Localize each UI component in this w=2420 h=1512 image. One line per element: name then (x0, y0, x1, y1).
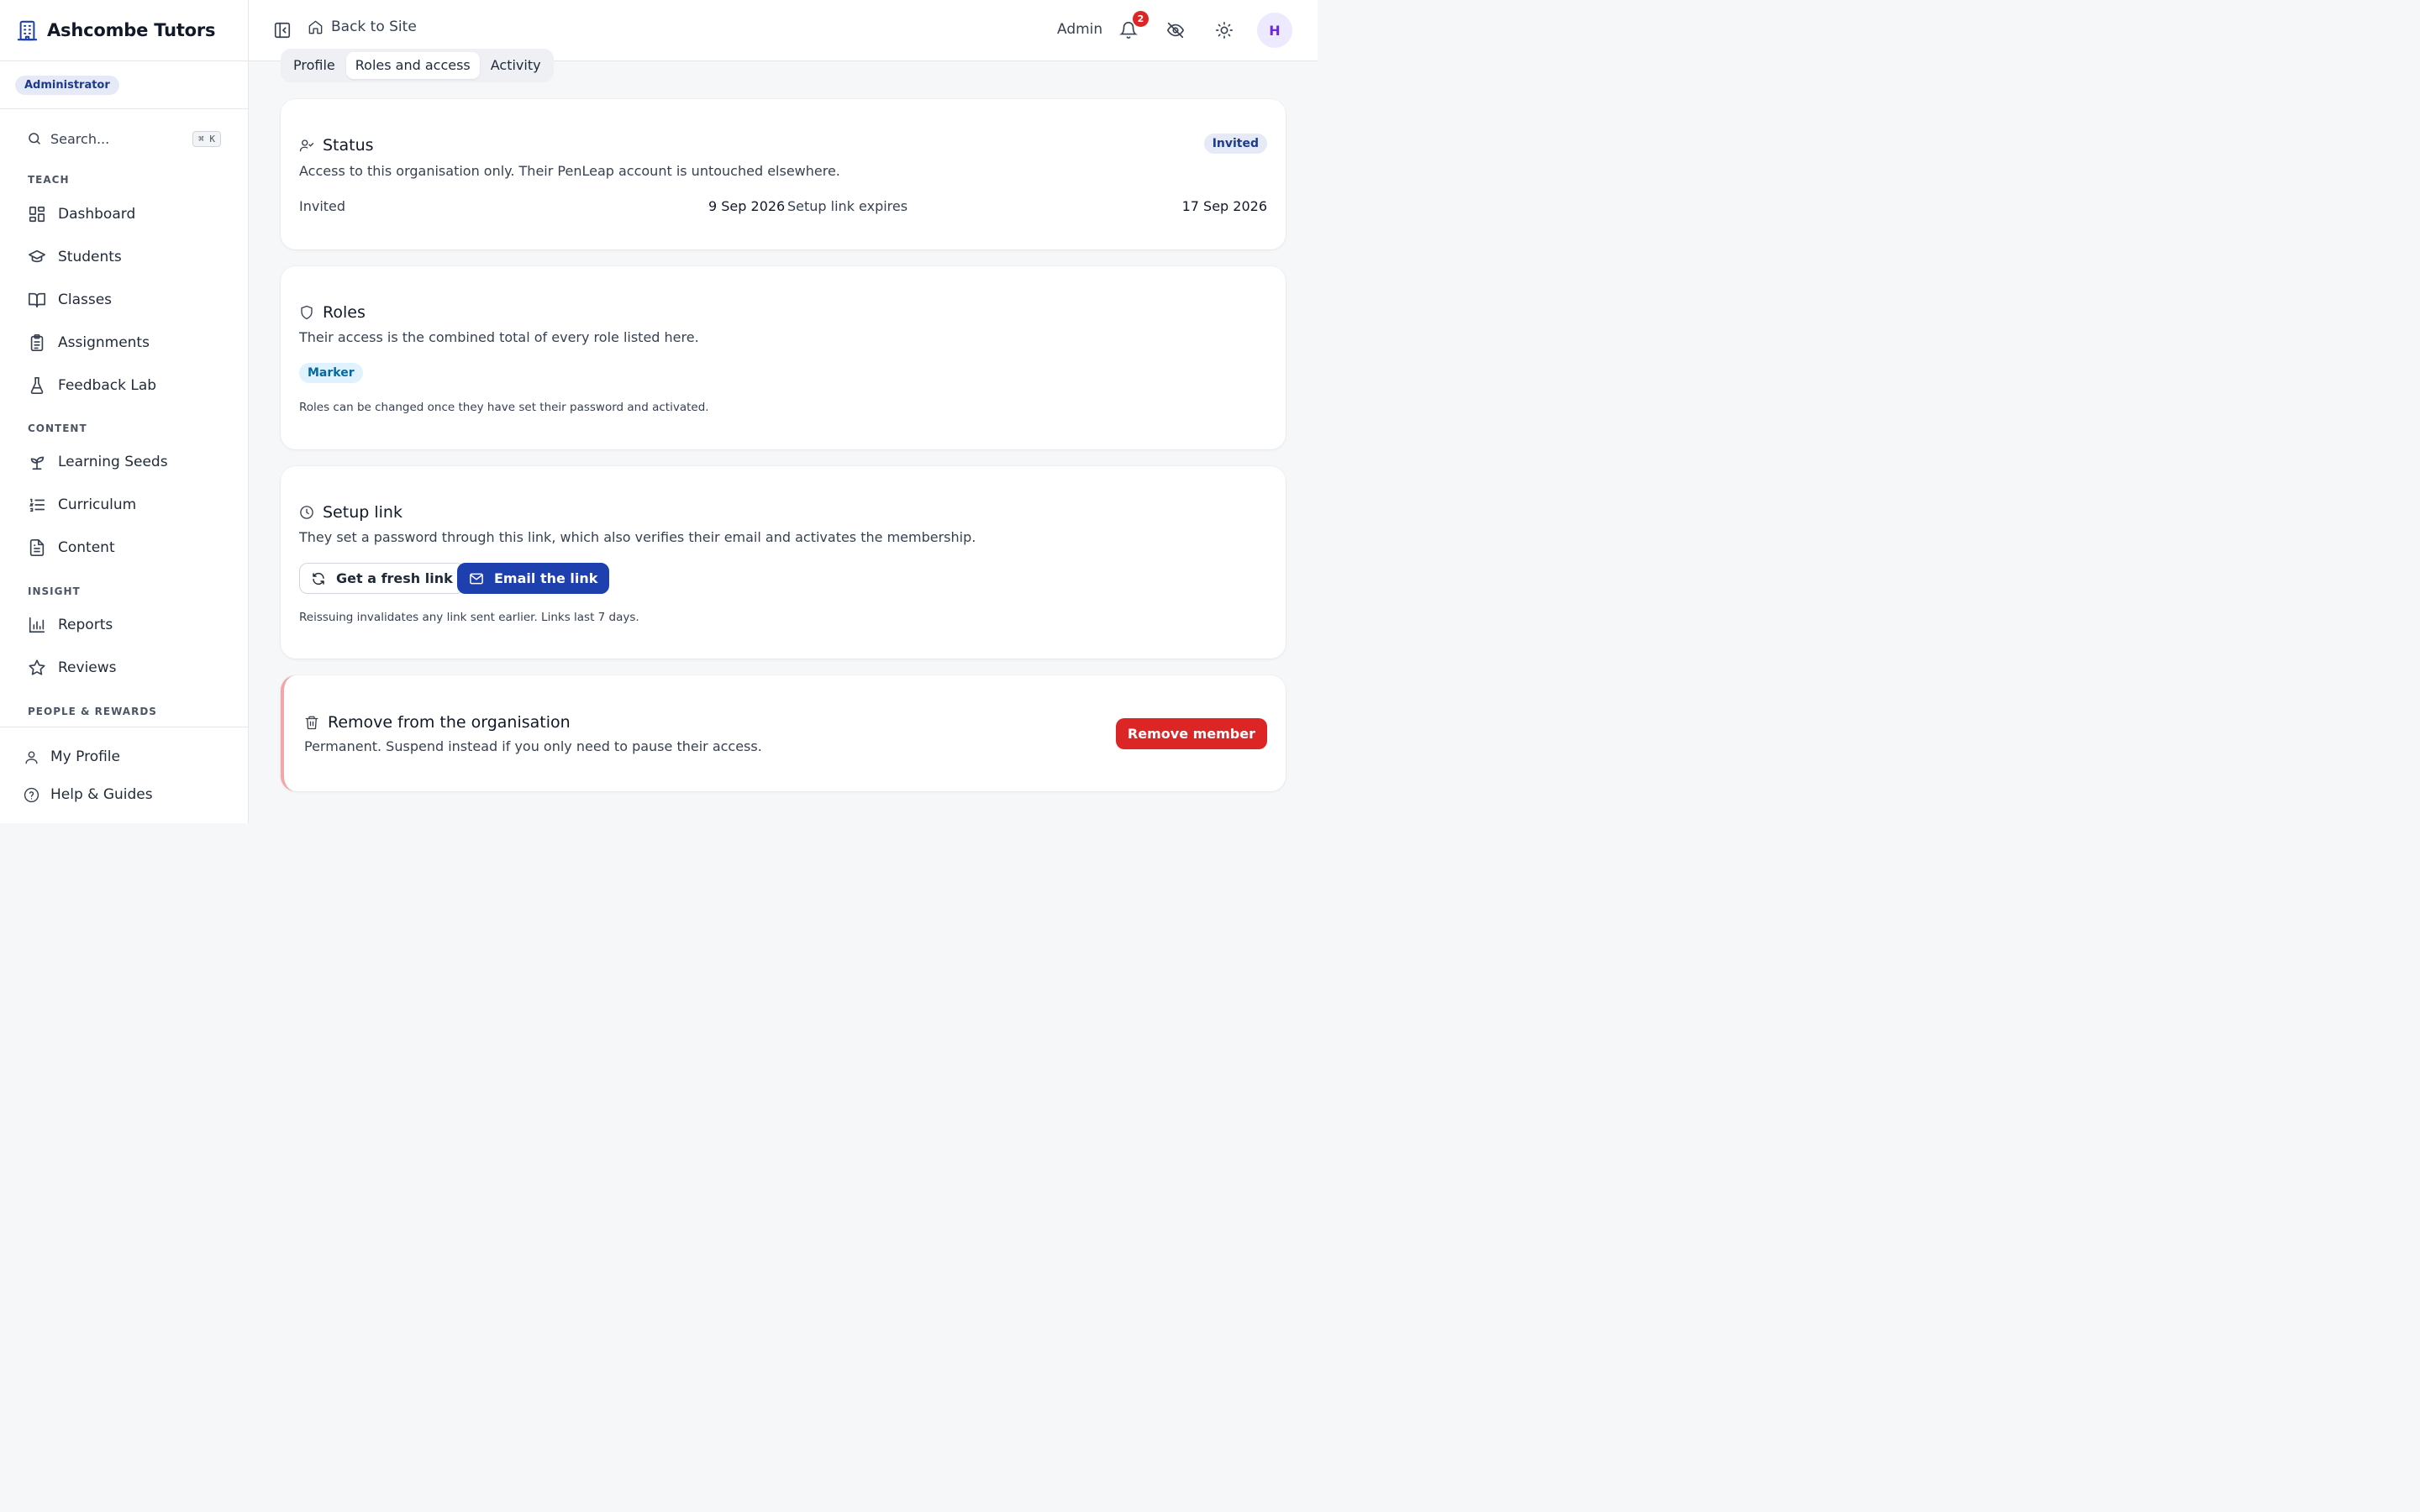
mail-icon (469, 571, 484, 586)
sidebar-item-help-guides[interactable]: Help & Guides (24, 780, 153, 810)
sidebar-item-label: Learning Seeds (58, 454, 168, 470)
dashboard-icon (28, 205, 46, 223)
sidebar-item-learning-seeds[interactable]: Learning Seeds (18, 444, 230, 480)
graduation-cap-icon (28, 248, 46, 266)
sidebar-item-label: Assignments (58, 334, 150, 351)
search-shortcut: ⌘ K (192, 130, 221, 147)
status-title: Status (323, 136, 374, 155)
home-icon (308, 19, 324, 35)
remove-description: Permanent. Suspend instead if you only n… (304, 738, 762, 754)
setup-note: Reissuing invalidates any link sent earl… (299, 611, 639, 624)
section-label-people-rewards: PEOPLE & REWARDS (28, 706, 157, 717)
user-check-icon (299, 138, 314, 153)
brand[interactable]: Ashcombe Tutors (0, 0, 248, 61)
sidebar-item-label: Help & Guides (50, 786, 153, 803)
tabs: Profile Roles and access Activity (281, 49, 554, 82)
roles-note: Roles can be changed once they have set … (299, 401, 709, 414)
back-to-site-label: Back to Site (331, 18, 417, 35)
setup-card-title: Setup link (299, 503, 402, 522)
status-card: Status Invited Access to this organisati… (281, 99, 1286, 249)
flask-icon (28, 376, 46, 395)
expires-label: Setup link expires (787, 198, 908, 214)
invited-label: Invited (299, 198, 346, 214)
tab-roles-and-access[interactable]: Roles and access (345, 52, 480, 79)
section-label-insight: INSIGHT (28, 585, 81, 597)
get-fresh-link-label: Get a fresh link (336, 570, 453, 586)
sidebar-item-assignments[interactable]: Assignments (18, 324, 230, 361)
search-placeholder: Search... (50, 130, 110, 147)
setup-title: Setup link (323, 503, 402, 522)
setup-description: They set a password through this link, w… (299, 529, 976, 545)
sidebar-item-label: Students (58, 249, 122, 265)
sidebar-item-label: Reviews (58, 659, 117, 676)
sidebar-item-content[interactable]: Content (18, 529, 230, 566)
role-row: Administrator (0, 61, 248, 109)
sidebar-item-feedback-lab[interactable]: Feedback Lab (18, 367, 230, 404)
remove-member-card: Remove from the organisation Permanent. … (281, 675, 1286, 791)
status-card-title: Status (299, 136, 374, 155)
status-description: Access to this organisation only. Their … (299, 163, 840, 179)
remove-title: Remove from the organisation (328, 713, 571, 732)
remove-member-button[interactable]: Remove member (1115, 718, 1267, 749)
eye-off-icon[interactable] (1166, 21, 1185, 39)
file-text-icon (28, 538, 46, 557)
role-badge: Administrator (15, 75, 119, 95)
tab-activity[interactable]: Activity (481, 52, 550, 79)
setup-link-card: Setup link They set a password through t… (281, 466, 1286, 659)
sidebar-item-curriculum[interactable]: Curriculum (18, 486, 230, 523)
brand-name: Ashcombe Tutors (47, 20, 216, 40)
invited-date: 9 Sep 2026 (708, 198, 786, 214)
roles-description: Their access is the combined total of ev… (299, 329, 699, 345)
roles-card: Roles Their access is the combined total… (281, 266, 1286, 449)
sidebar-item-dashboard[interactable]: Dashboard (18, 196, 230, 233)
help-circle-icon (24, 787, 39, 803)
book-open-icon (28, 291, 46, 309)
status-badge: Invited (1203, 134, 1267, 154)
search-bar[interactable]: Search... ⌘ K (0, 118, 248, 160)
section-label-content: CONTENT (28, 423, 87, 434)
sidebar-footer: My Profile Help & Guides (0, 727, 248, 823)
list-ordered-icon (28, 496, 46, 514)
sidebar-item-students[interactable]: Students (18, 239, 230, 276)
sidebar-item-label: My Profile (50, 748, 120, 765)
section-label-teach: TEACH (28, 174, 70, 186)
user-icon (24, 749, 39, 765)
back-to-site-link[interactable]: Back to Site (308, 18, 417, 35)
sidebar-item-label: Classes (58, 291, 113, 308)
role-badge-marker: Marker (299, 363, 363, 383)
remove-card-title: Remove from the organisation (304, 713, 571, 732)
sidebar-item-label: Reports (58, 617, 113, 633)
expires-date: 17 Sep 2026 (1181, 198, 1267, 214)
clipboard-icon (28, 333, 46, 352)
notification-count-badge: 2 (1133, 11, 1149, 27)
roles-card-title: Roles (299, 303, 366, 322)
sidebar-item-classes[interactable]: Classes (18, 281, 230, 318)
sidebar-item-label: Dashboard (58, 206, 136, 223)
clock-icon (299, 505, 314, 520)
tab-profile[interactable]: Profile (284, 52, 345, 79)
building-icon (16, 19, 39, 42)
sun-icon[interactable] (1215, 21, 1234, 39)
sidebar: Ashcombe Tutors Administrator Search... … (0, 0, 249, 823)
get-fresh-link-button[interactable]: Get a fresh link (299, 563, 465, 594)
sidebar-item-reports[interactable]: Reports (18, 606, 230, 643)
avatar[interactable]: H (1257, 13, 1292, 48)
sidebar-item-label: Curriculum (58, 496, 137, 513)
star-icon (28, 659, 46, 677)
sidebar-item-reviews[interactable]: Reviews (18, 649, 230, 686)
bar-chart-icon (28, 616, 46, 634)
admin-label[interactable]: Admin (1057, 21, 1102, 38)
search-icon (27, 131, 42, 146)
sidebar-item-my-profile[interactable]: My Profile (24, 742, 120, 772)
shield-icon (299, 305, 314, 320)
sidebar-item-label: Content (58, 539, 115, 556)
sidebar-item-label: Feedback Lab (58, 377, 157, 394)
trash-icon (304, 715, 319, 730)
refresh-icon (311, 571, 326, 586)
sidebar-toggle-icon[interactable] (273, 21, 292, 39)
roles-title: Roles (323, 303, 366, 322)
email-link-label: Email the link (494, 570, 598, 586)
email-link-button[interactable]: Email the link (457, 563, 610, 594)
sprout-icon (28, 453, 46, 471)
